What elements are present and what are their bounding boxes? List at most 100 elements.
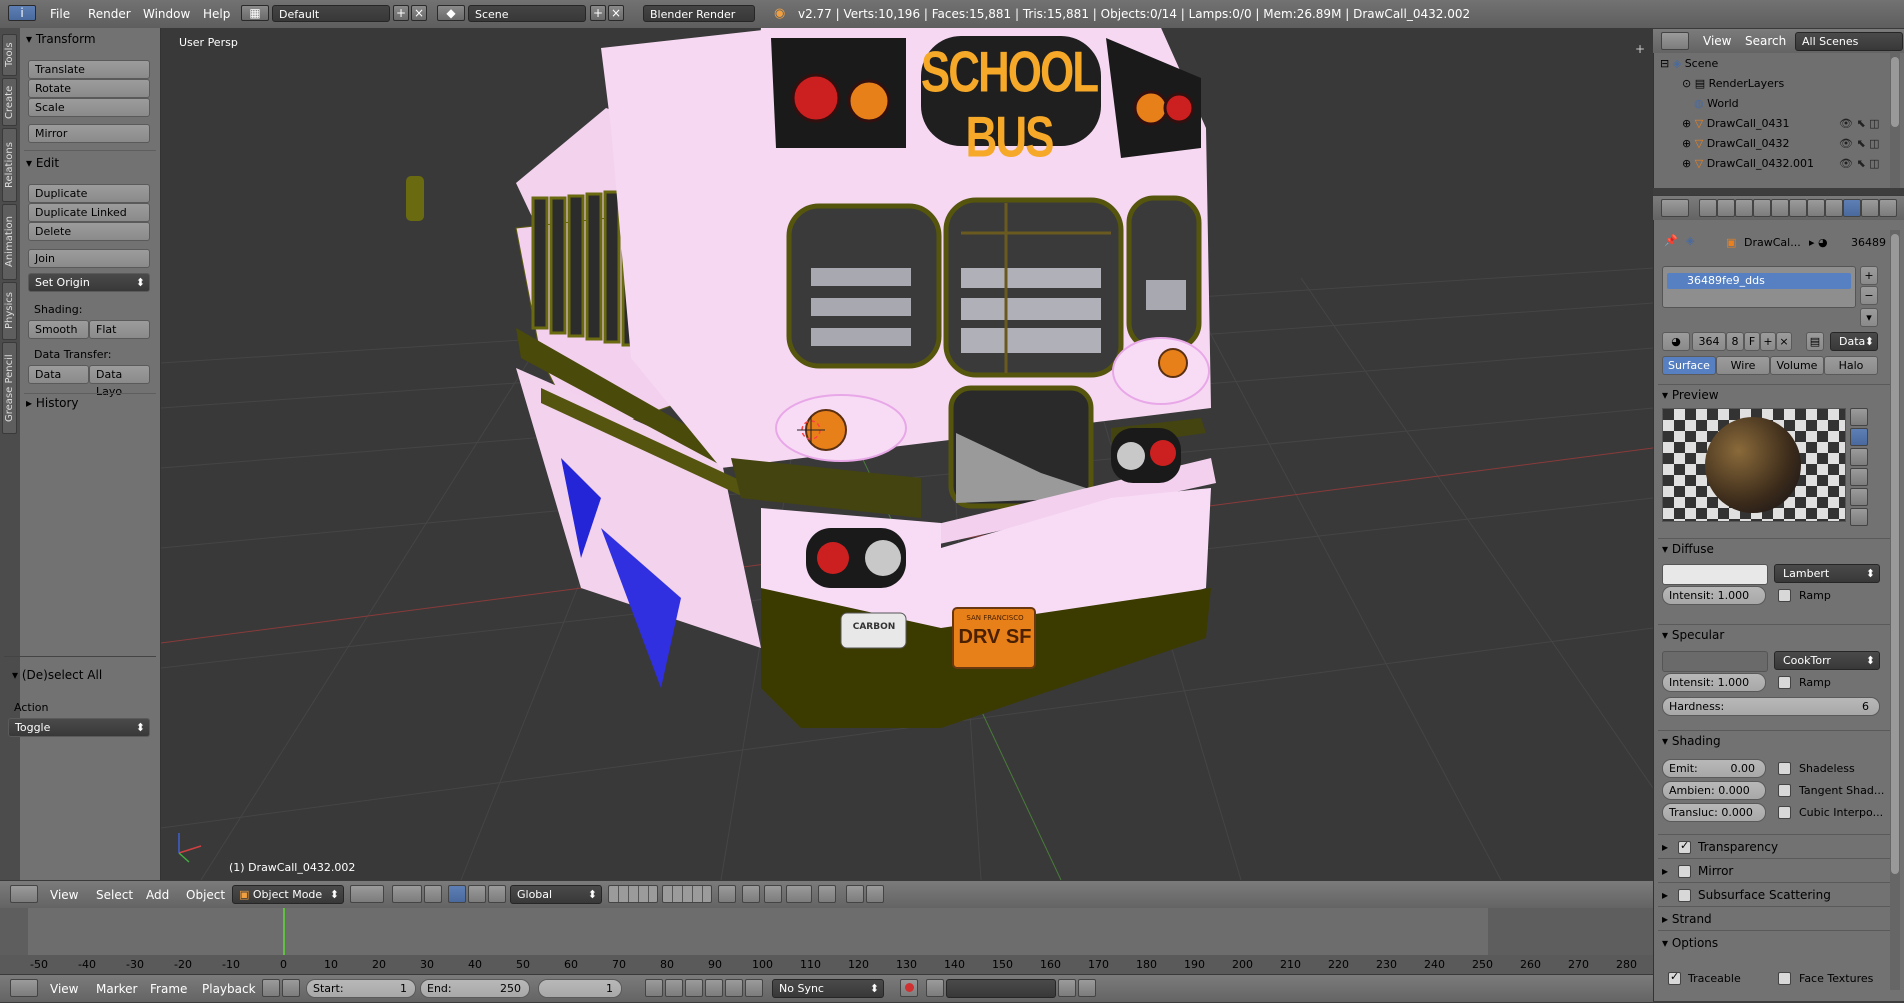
traceable-checkbox[interactable]: ✓ — [1668, 970, 1681, 985]
record-icon[interactable] — [900, 979, 918, 997]
strand-panel-header[interactable]: ▸ Strand — [1662, 912, 1712, 926]
remove-scene-icon[interactable]: × — [608, 5, 624, 21]
menu-object[interactable]: Object — [186, 888, 225, 902]
orientation-dropdown[interactable]: Global ⬍ — [510, 885, 602, 904]
outliner-row-scene[interactable]: ⊟ ◈ Scene — [1660, 57, 1718, 70]
ambient-field[interactable]: Ambien: 0.000 — [1662, 781, 1766, 800]
play-reverse-icon[interactable] — [685, 979, 703, 997]
add-scene-icon[interactable]: + — [590, 5, 606, 21]
preview-panel-header[interactable]: ▾ Preview — [1662, 388, 1719, 402]
properties-scrollbar[interactable] — [1890, 230, 1900, 990]
data-layout-button[interactable]: Data Layo — [89, 365, 150, 398]
data-button[interactable]: Data — [28, 365, 89, 384]
diffuse-color-swatch[interactable] — [1662, 564, 1768, 585]
delete-keyframe-icon[interactable] — [1078, 979, 1096, 997]
insert-keyframe-icon[interactable] — [1058, 979, 1076, 997]
tab-wire[interactable]: Wire — [1716, 356, 1770, 375]
play-icon[interactable] — [705, 979, 723, 997]
tab-create[interactable]: Create — [2, 78, 17, 126]
deselect-all-header[interactable]: ▾ (De)select All — [12, 668, 102, 682]
particles-tab-icon[interactable] — [1879, 199, 1897, 217]
fake-user-button[interactable]: F — [1744, 332, 1760, 351]
outliner-row-drawcall-0432[interactable]: ⊕ ▽ DrawCall_0432 — [1682, 137, 1789, 150]
snap-toggle-icon[interactable] — [764, 885, 782, 903]
snap-target-icon[interactable] — [818, 885, 836, 903]
manipulator-icon[interactable] — [424, 885, 442, 903]
layers-group-1-icon[interactable] — [608, 885, 658, 903]
duplicate-linked-button[interactable]: Duplicate Linked — [28, 203, 150, 222]
texture-tab-icon[interactable] — [1861, 199, 1879, 217]
keying-set-field[interactable] — [946, 979, 1056, 998]
object-tab-icon[interactable] — [1771, 199, 1789, 217]
sss-checkbox[interactable] — [1678, 889, 1691, 902]
material-slot-item[interactable]: 36489fe9_dds — [1667, 273, 1851, 289]
rotate-button[interactable]: Rotate — [28, 79, 150, 98]
render-engine-dropdown[interactable]: Blender Render — [643, 5, 755, 22]
layers-group-2-icon[interactable] — [662, 885, 712, 903]
options-panel-header[interactable]: ▾ Options — [1662, 936, 1718, 950]
translate-button[interactable]: Translate — [28, 60, 150, 79]
flat-button[interactable]: Flat — [89, 320, 150, 339]
3d-viewport[interactable]: User Persp SCHOOL BUS CARBON SAN FRANCIS… — [161, 28, 1653, 880]
cubic-interpolation-checkbox[interactable] — [1778, 806, 1791, 819]
preview-sphere-icon[interactable] — [1850, 428, 1868, 446]
rotate-manipulator-icon[interactable] — [468, 885, 486, 903]
snap-element-icon[interactable] — [786, 885, 812, 903]
remove-slot-icon[interactable]: − — [1860, 286, 1878, 305]
render-still-icon[interactable] — [846, 885, 864, 903]
menu-add[interactable]: Add — [146, 888, 169, 902]
smooth-button[interactable]: Smooth — [28, 320, 89, 339]
end-frame-field[interactable]: End: 250 — [420, 979, 530, 998]
unlink-material-icon[interactable]: × — [1776, 332, 1792, 351]
outliner-row-world[interactable]: ◍ World — [1694, 97, 1739, 110]
viewport-editor-icon[interactable] — [10, 885, 38, 903]
mirror-checkbox[interactable] — [1678, 865, 1691, 878]
tab-relations[interactable]: Relations — [2, 128, 17, 202]
diffuse-shader-dropdown[interactable]: Lambert ⬍ — [1774, 564, 1880, 583]
menu-select[interactable]: Select — [96, 888, 133, 902]
tab-volume[interactable]: Volume — [1770, 356, 1824, 375]
visibility-icons[interactable]: 👁 ⬉ ◫ — [1839, 137, 1880, 150]
sss-panel-header[interactable]: ▸ — [1662, 888, 1668, 902]
lock-range-icon[interactable] — [282, 979, 300, 997]
mirror-panel-header[interactable]: ▸ — [1662, 864, 1668, 878]
diffuse-ramp-checkbox[interactable] — [1778, 589, 1791, 602]
menu-window[interactable]: Window — [143, 7, 190, 21]
specular-panel-header[interactable]: ▾ Specular — [1662, 628, 1724, 642]
preview-sky-icon[interactable] — [1850, 508, 1868, 526]
new-material-icon[interactable]: + — [1760, 332, 1776, 351]
material-browse-icon[interactable]: ◕ — [1662, 332, 1690, 351]
preview-flat-icon[interactable] — [1850, 408, 1868, 426]
menu-marker[interactable]: Marker — [96, 982, 137, 996]
history-panel-header[interactable]: ▸ History — [26, 396, 79, 410]
current-frame-marker[interactable] — [283, 908, 285, 955]
screen-layout-icon[interactable]: ▦ — [241, 5, 269, 21]
diffuse-panel-header[interactable]: ▾ Diffuse — [1662, 542, 1714, 556]
menu-view[interactable]: View — [50, 982, 78, 996]
mirror-button[interactable]: Mirror — [28, 124, 150, 143]
modifiers-tab-icon[interactable] — [1807, 199, 1825, 217]
outliner-menu-search[interactable]: Search — [1745, 34, 1786, 48]
hardness-field[interactable]: Hardness: 6 — [1662, 697, 1880, 716]
transparency-checkbox[interactable]: ✓ — [1678, 839, 1691, 854]
preview-range-icon[interactable] — [262, 979, 280, 997]
tab-animation[interactable]: Animation — [2, 204, 17, 280]
tab-grease-pencil[interactable]: Grease Pencil — [2, 342, 17, 434]
emit-field[interactable]: Emit: 0.00 — [1662, 759, 1766, 778]
slot-menu-icon[interactable]: ▾ — [1860, 308, 1878, 327]
tab-physics[interactable]: Physics — [2, 282, 17, 340]
specular-intensity-field[interactable]: Intensit: 1.000 — [1662, 673, 1766, 692]
duplicate-button[interactable]: Duplicate — [28, 184, 150, 203]
data-tab-icon[interactable] — [1825, 199, 1843, 217]
outliner-row-drawcall-0431[interactable]: ⊕ ▽ DrawCall_0431 — [1682, 117, 1789, 130]
scene-field[interactable]: Scene — [468, 5, 586, 22]
specular-color-swatch[interactable] — [1662, 651, 1768, 672]
set-origin-dropdown[interactable]: Set Origin ⬍ — [28, 273, 150, 292]
proportional-edit-icon[interactable] — [742, 885, 760, 903]
render-layers-tab-icon[interactable] — [1717, 199, 1735, 217]
tab-surface[interactable]: Surface — [1662, 356, 1716, 375]
link-data-dropdown[interactable]: Data ⬍ — [1830, 332, 1878, 351]
info-editor-type-icon[interactable]: i — [8, 5, 36, 21]
mode-dropdown[interactable]: ▣ Object Mode ⬍ — [232, 885, 344, 904]
pin-icon[interactable]: 📌 — [1664, 234, 1678, 247]
